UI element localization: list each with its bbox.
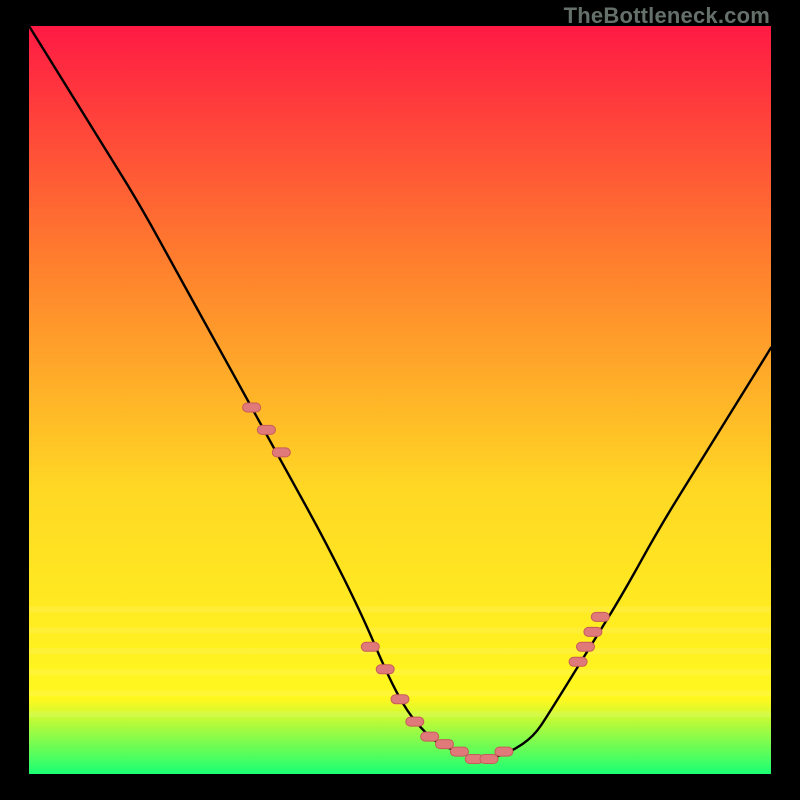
curve-marker xyxy=(257,425,275,434)
curve-marker xyxy=(495,747,513,756)
curve-marker xyxy=(243,403,261,412)
curve-marker xyxy=(584,627,602,636)
curve-marker xyxy=(569,657,587,666)
gradient-background xyxy=(29,26,771,774)
curve-marker xyxy=(272,448,290,457)
curve-marker xyxy=(591,612,609,621)
curve-marker xyxy=(421,732,439,741)
watermark-text: TheBottleneck.com xyxy=(564,3,770,29)
curve-marker xyxy=(376,665,394,674)
curve-marker xyxy=(391,695,409,704)
chart-frame xyxy=(29,26,771,774)
curve-marker xyxy=(361,642,379,651)
curve-marker xyxy=(450,747,468,756)
bottleneck-chart xyxy=(29,26,771,774)
curve-marker xyxy=(436,740,454,749)
curve-marker xyxy=(577,642,595,651)
curve-marker xyxy=(406,717,424,726)
curve-marker xyxy=(480,755,498,764)
